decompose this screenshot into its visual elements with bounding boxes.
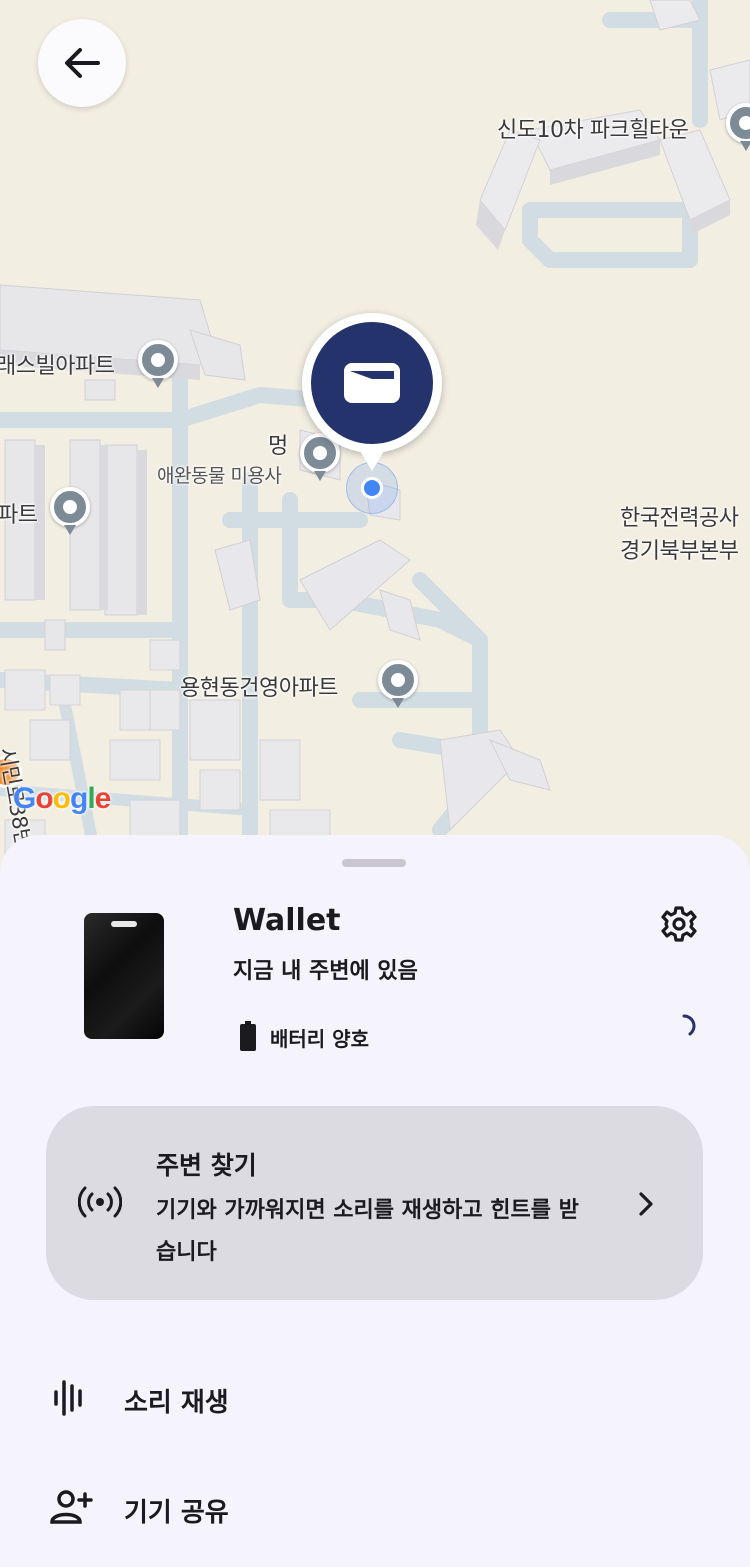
add-person-icon: [50, 1490, 93, 1524]
map-view[interactable]: 신도10차 파크힐타운 래스빌아파트 파트 멍 애완동물 미용사 한국전력공사 …: [0, 0, 750, 880]
share-device-label: 기기 공유: [124, 1498, 229, 1528]
find-nearby-card[interactable]: 주변 찾기 기기와 가까워지면 소리를 재생하고 힌트를 받습니다: [46, 1106, 703, 1300]
arrow-left-icon: [65, 48, 100, 78]
wallet-icon: [344, 363, 400, 403]
map-label-villa: 래스빌아파트: [0, 354, 115, 379]
map-label-kepco-1: 한국전력공사: [620, 506, 739, 531]
chevron-right-icon: [639, 1192, 653, 1216]
back-button[interactable]: [38, 19, 126, 107]
find-nearby-title: 주변 찾기: [156, 1151, 257, 1180]
poi-villa-icon[interactable]: [138, 340, 178, 388]
map-label-meong: 멍: [268, 434, 288, 459]
play-sound-label: 소리 재생: [124, 1388, 229, 1418]
battery-status: 배터리 양호: [270, 1027, 369, 1051]
device-status: 지금 내 주변에 있음: [233, 959, 418, 984]
battery-icon: [240, 1021, 256, 1051]
find-nearby-description: 기기와 가까워지면 소리를 재생하고 힌트를 받습니다: [156, 1198, 579, 1265]
map-label-kepco-2: 경기북부본부: [620, 539, 739, 564]
play-sound-button[interactable]: 소리 재생: [40, 1370, 700, 1430]
settings-gear-icon[interactable]: [660, 905, 698, 943]
map-label-sindo: 신도10차 파크힐타운: [497, 118, 689, 143]
google-logo: Google: [13, 782, 111, 815]
device-location-pin[interactable]: [302, 313, 442, 471]
sound-wave-icon: [54, 1380, 82, 1416]
map-label-yonghyeon: 용현동건영아파트: [180, 676, 338, 701]
poi-pateu-icon[interactable]: [50, 487, 90, 535]
device-bottom-sheet: Wallet 지금 내 주변에 있음 배터리 양호 주변 찾기 기기와 가까워지…: [0, 835, 750, 1567]
device-image: [84, 913, 164, 1039]
map-label-salon: 애완동물 미용사: [157, 465, 282, 487]
map-label-pateu: 파트: [0, 503, 38, 528]
loading-spinner-icon: [682, 1014, 696, 1036]
share-device-button[interactable]: 기기 공유: [40, 1480, 700, 1540]
drag-handle[interactable]: [342, 859, 406, 867]
device-name: Wallet: [233, 903, 341, 938]
poi-yonghyeon-icon[interactable]: [378, 660, 418, 708]
nearby-signal-icon: [78, 1186, 122, 1218]
